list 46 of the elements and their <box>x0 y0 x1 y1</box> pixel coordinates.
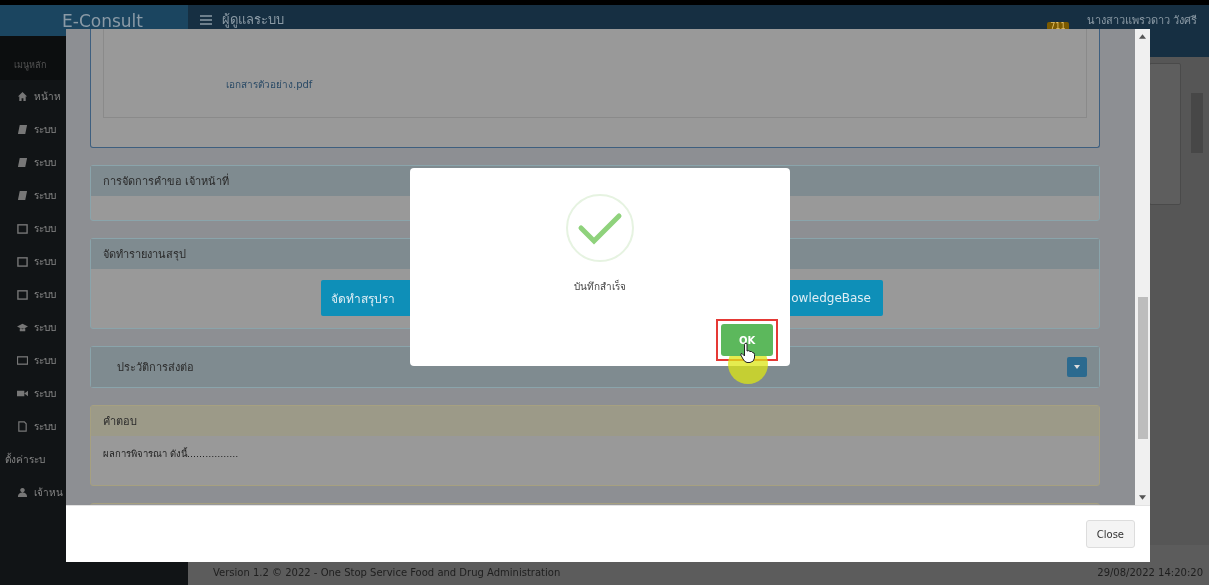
scroll-down-icon[interactable] <box>1139 495 1146 500</box>
menu-item[interactable]: หน้าห <box>34 89 61 104</box>
date-time: 29/08/2022 14:20:20 <box>1097 566 1203 578</box>
user-icon <box>17 487 28 498</box>
menu-item[interactable]: เจ้าหน <box>34 485 63 500</box>
success-message: บันทึกสำเร็จ <box>574 279 626 294</box>
video-camera-icon <box>17 388 28 399</box>
checkmark-icon <box>565 193 635 263</box>
version-text: Version 1.2 © 2022 - One Stop Service Food and Drug Administration <box>213 566 561 578</box>
menu-item[interactable]: ระบบ <box>34 287 56 302</box>
menu-item[interactable]: ระบบ <box>34 419 56 434</box>
menu-item[interactable]: ระบบ <box>34 386 56 401</box>
section-heading: ตั้งค่าระบ <box>4 451 45 467</box>
scroll-thumb[interactable] <box>1137 297 1148 439</box>
hand-cursor-icon <box>740 342 756 364</box>
file-icon <box>17 421 28 432</box>
header-title: ผู้ดูแลระบบ <box>222 11 284 29</box>
id-card-icon <box>17 355 28 366</box>
book-icon <box>17 157 28 168</box>
book-icon <box>17 124 28 135</box>
graduation-cap-icon <box>17 322 28 333</box>
modal-scrollbar[interactable] <box>1135 29 1150 505</box>
menu-item[interactable]: ระบบ <box>34 188 56 203</box>
panel-title: การจัดการคำขอ เจ้าหน้าที่ <box>103 172 230 190</box>
book-icon <box>17 190 28 201</box>
panel-title: จัดทำรายงานสรุป <box>103 247 186 263</box>
attachment-link[interactable]: เอกสารตัวอย่าง.pdf <box>226 77 313 92</box>
close-button[interactable]: Close <box>1085 520 1135 548</box>
menu-item[interactable]: ระบบ <box>34 221 56 236</box>
toggle-button[interactable] <box>1067 357 1087 377</box>
scroll-up-icon[interactable] <box>1139 34 1146 39</box>
calendar-icon <box>17 223 28 234</box>
calendar-icon <box>17 289 28 300</box>
calendar-icon <box>17 256 28 267</box>
menu-item[interactable]: ระบบ <box>34 254 56 269</box>
user-name[interactable]: นางสาวแพรวดาว วังศรี <box>1086 11 1197 31</box>
panel-title: ประวัติการส่งต่อ <box>117 360 194 376</box>
caret-icon <box>1073 363 1081 371</box>
menu-icon[interactable] <box>200 15 212 25</box>
panel-title: คำตอบ <box>103 414 137 430</box>
menu-item[interactable]: ระบบ <box>34 353 56 368</box>
menu-item[interactable]: ระบบ <box>34 155 56 170</box>
menu-item[interactable]: ระบบ <box>34 122 56 137</box>
menu-item[interactable]: ระบบ <box>34 320 56 335</box>
answer-text: ผลการพิจารณา ดังนี้................. <box>103 446 239 461</box>
home-icon <box>17 91 28 102</box>
